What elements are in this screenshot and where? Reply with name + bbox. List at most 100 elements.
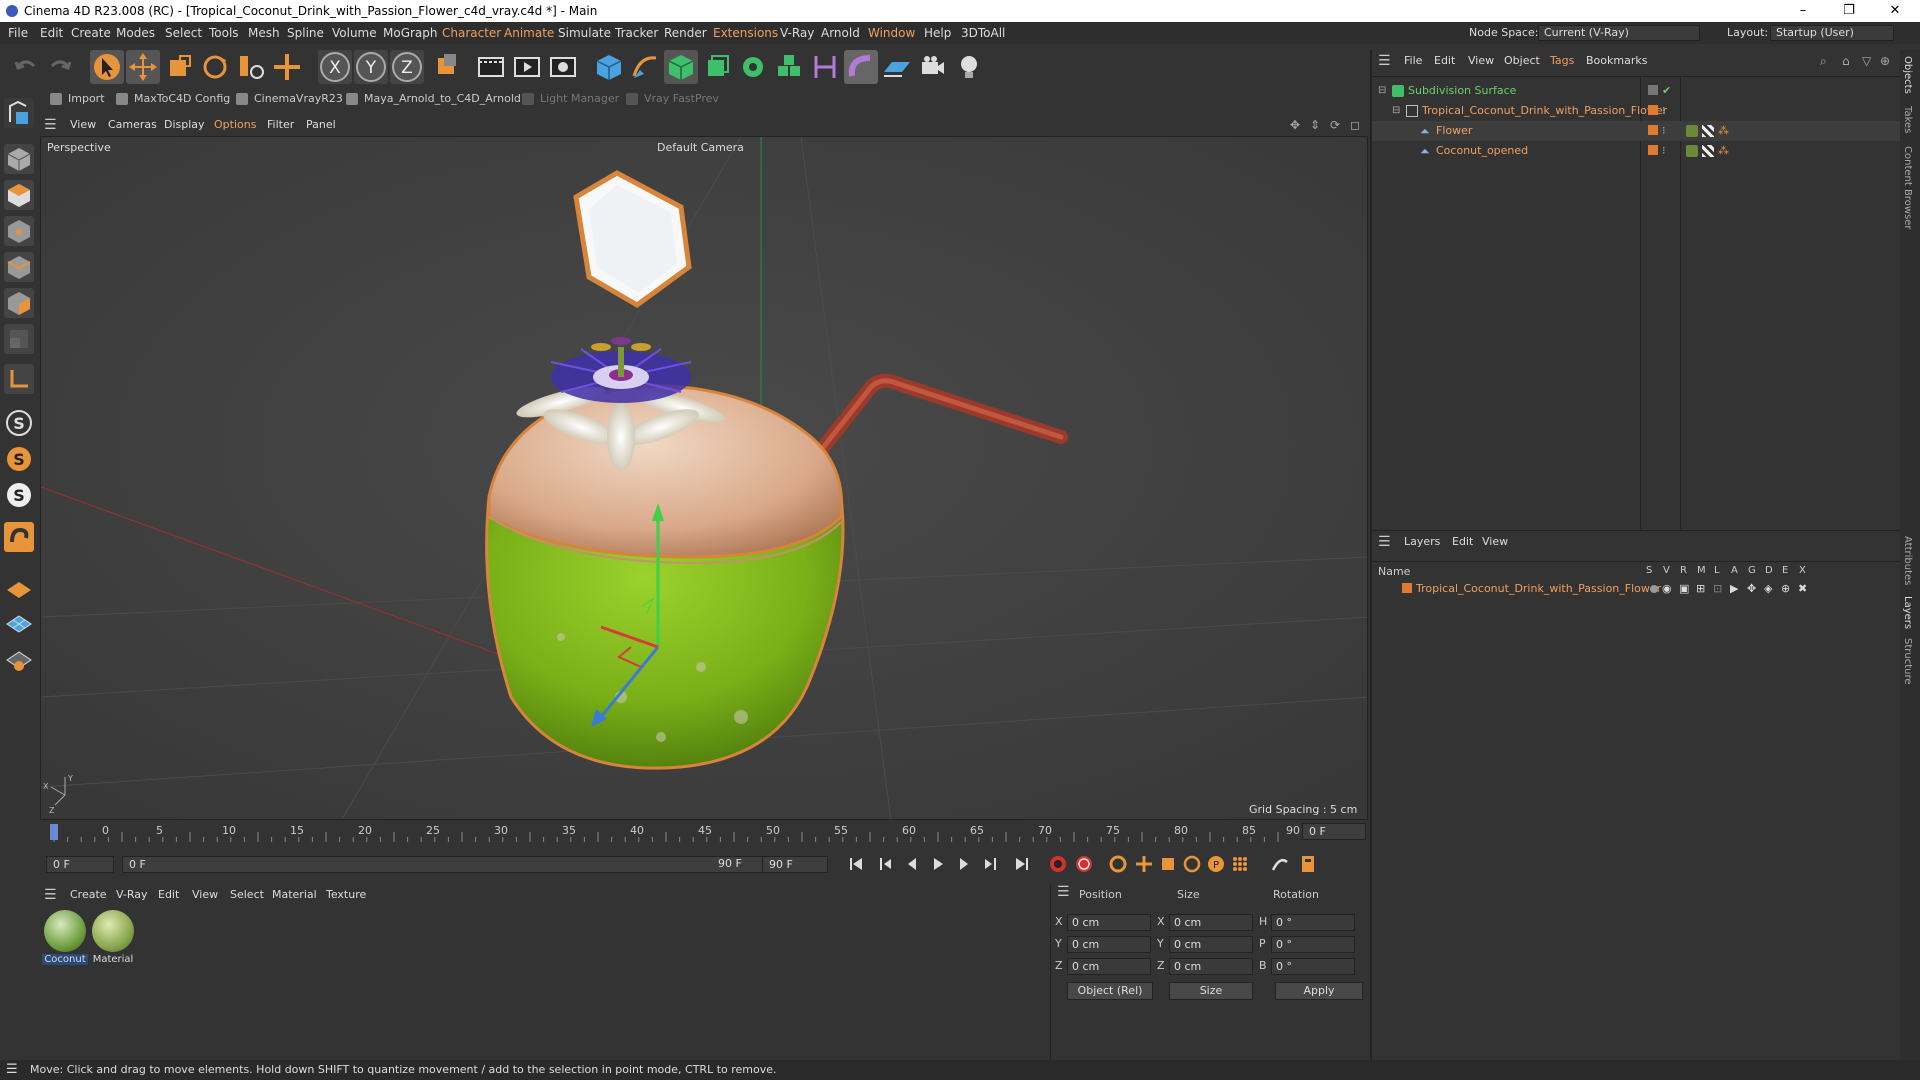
z-axis-lock-icon[interactable]: Z xyxy=(390,50,424,84)
transform-tool-icon[interactable] xyxy=(270,50,304,84)
uvw-tag-icon[interactable] xyxy=(1702,125,1714,137)
layer-render-icon[interactable]: ▣ xyxy=(1679,579,1691,595)
material-material[interactable]: Material xyxy=(90,910,136,970)
lock-workplane-icon[interactable] xyxy=(4,644,34,674)
menu-volume[interactable]: Volume xyxy=(332,22,377,44)
make-editable-icon[interactable] xyxy=(4,98,34,128)
array-icon[interactable] xyxy=(772,50,806,84)
uvw-tag-icon[interactable] xyxy=(1702,145,1714,157)
extrude-generator-icon[interactable] xyxy=(700,50,734,84)
object-row-flower[interactable]: ⏶ Flower ⁝ ⁂ xyxy=(1372,121,1900,141)
record-icon[interactable] xyxy=(1048,854,1068,874)
menu-extensions[interactable]: Extensions xyxy=(713,22,778,44)
tab-attributes[interactable]: Attributes xyxy=(1902,536,1913,585)
pos-x-field[interactable]: 0 cm xyxy=(1067,914,1151,931)
vp-menu-cameras[interactable]: Cameras xyxy=(108,114,157,136)
key-parameter-icon[interactable]: P xyxy=(1206,854,1226,874)
subdivision-surface-icon[interactable] xyxy=(664,50,698,84)
cube-primitive-icon[interactable] xyxy=(592,50,626,84)
y-axis-lock-icon[interactable]: Y xyxy=(354,50,388,84)
phong-tag-icon[interactable]: ⁂ xyxy=(1718,141,1730,157)
layers-menu-layers[interactable]: Layers xyxy=(1404,531,1440,553)
mat-menu-edit[interactable]: Edit xyxy=(158,884,179,906)
layout-select[interactable]: Startup (User) xyxy=(1770,25,1894,41)
render-settings-icon[interactable] xyxy=(546,50,580,84)
menu-simulate[interactable]: Simulate xyxy=(558,22,611,44)
visibility-dots-icon[interactable]: ⁝ xyxy=(1662,141,1674,157)
rotate-tool-icon[interactable] xyxy=(198,50,232,84)
plugin-maxtoc4d-config[interactable]: MaxToC4D Config xyxy=(116,88,230,110)
select-cursor-icon[interactable] xyxy=(90,50,124,84)
menu-create[interactable]: Create xyxy=(71,22,111,44)
x-axis-lock-icon[interactable]: X xyxy=(318,50,352,84)
obj-new-window-icon[interactable]: ⊕ xyxy=(1880,50,1890,72)
render-region-icon[interactable] xyxy=(474,50,508,84)
vp-menu-view[interactable]: View xyxy=(70,114,96,136)
deformer-bend-icon[interactable] xyxy=(808,50,842,84)
status-menu-icon[interactable]: ☰ xyxy=(6,1060,18,1080)
frame-range-slider[interactable]: 0 F xyxy=(122,856,782,873)
vp-menu-display[interactable]: Display xyxy=(164,114,205,136)
layer-generator-icon[interactable]: ✥ xyxy=(1747,579,1759,595)
layer-xref-icon[interactable]: ✖ xyxy=(1798,579,1810,595)
goto-start-icon[interactable] xyxy=(846,854,866,874)
layers-hamburger-icon[interactable]: ☰ xyxy=(1378,531,1391,553)
tab-content-browser[interactable]: Content Browser xyxy=(1902,146,1913,229)
viewport-camera-label[interactable]: Default Camera xyxy=(657,141,744,154)
key-rotation-icon[interactable] xyxy=(1182,854,1202,874)
rot-p-field[interactable]: 0 ° xyxy=(1271,936,1355,953)
obj-menu-tags[interactable]: Tags xyxy=(1550,50,1574,72)
viewport-hamburger-icon[interactable]: ☰ xyxy=(44,114,57,136)
layer-deformer-icon[interactable]: ◈ xyxy=(1764,579,1776,595)
snap-s-white-icon[interactable]: S xyxy=(4,480,34,510)
tab-layers[interactable]: Layers xyxy=(1902,596,1913,629)
mat-menu-texture[interactable]: Texture xyxy=(326,884,366,906)
goto-end-icon[interactable] xyxy=(1012,854,1032,874)
prev-key-icon[interactable] xyxy=(876,854,896,874)
3d-viewport[interactable]: Y X Z Perspective Default Camera Grid Sp… xyxy=(40,136,1368,820)
layer-color-swatch[interactable] xyxy=(1402,583,1412,593)
menu-mograph[interactable]: MoGraph xyxy=(383,22,438,44)
layer-solo-icon[interactable] xyxy=(1650,585,1658,593)
menu-character[interactable]: Character xyxy=(442,22,501,44)
field-icon[interactable] xyxy=(844,50,878,84)
end-frame-field[interactable]: 90 F xyxy=(762,856,828,873)
mat-menu-material[interactable]: Material xyxy=(272,884,317,906)
floor-grid-icon[interactable] xyxy=(4,572,34,602)
plugin-light-manager[interactable]: Light Manager xyxy=(522,88,619,110)
menu-mesh[interactable]: Mesh xyxy=(248,22,280,44)
menu-modes[interactable]: Modes xyxy=(116,22,155,44)
menu-animate[interactable]: Animate xyxy=(504,22,554,44)
plugin-vray-fastprev[interactable]: Vray FastPrev xyxy=(626,88,719,110)
size-y-field[interactable]: 0 cm xyxy=(1169,936,1253,953)
layer-animation-icon[interactable]: ▶ xyxy=(1730,579,1742,595)
key-scale-icon[interactable] xyxy=(1158,854,1178,874)
objects-hamburger-icon[interactable]: ☰ xyxy=(1378,50,1391,72)
menu-arnold[interactable]: Arnold xyxy=(821,22,860,44)
viewport-maximize-icon[interactable]: ◻ xyxy=(1350,114,1360,136)
light-icon[interactable] xyxy=(952,50,986,84)
coord-mode-select[interactable]: Object (Rel) xyxy=(1067,982,1153,1000)
pos-z-field[interactable]: 0 cm xyxy=(1067,958,1151,975)
object-row-subdivision-surface[interactable]: ⊟ Subdivision Surface ✔ xyxy=(1372,81,1900,101)
mat-menu-select[interactable]: Select xyxy=(230,884,264,906)
next-key-icon[interactable] xyxy=(980,854,1000,874)
viewport-move-icon[interactable]: ✥ xyxy=(1290,114,1300,136)
mat-menu-view[interactable]: View xyxy=(192,884,218,906)
vp-menu-panel[interactable]: Panel xyxy=(306,114,336,136)
obj-home-icon[interactable]: ⌂ xyxy=(1842,50,1850,72)
phong-tag-icon[interactable]: ⁂ xyxy=(1718,121,1730,137)
camera-icon[interactable] xyxy=(916,50,950,84)
model-mode-icon[interactable] xyxy=(4,144,34,174)
texture-mode-icon[interactable] xyxy=(4,180,34,210)
move-tool-icon[interactable] xyxy=(126,50,160,84)
menu-tracker[interactable]: Tracker xyxy=(615,22,658,44)
coords-hamburger-icon[interactable]: ☰ xyxy=(1057,884,1070,900)
menu-edit[interactable]: Edit xyxy=(40,22,63,44)
layers-menu-edit[interactable]: Edit xyxy=(1452,531,1473,553)
layer-lock-icon[interactable]: ⊡ xyxy=(1713,579,1725,595)
viewport-zoom-icon[interactable]: ⇕ xyxy=(1310,114,1320,136)
obj-menu-bookmarks[interactable]: Bookmarks xyxy=(1586,50,1647,72)
next-frame-icon[interactable] xyxy=(954,854,974,874)
material-tag-icon[interactable] xyxy=(1686,125,1698,137)
